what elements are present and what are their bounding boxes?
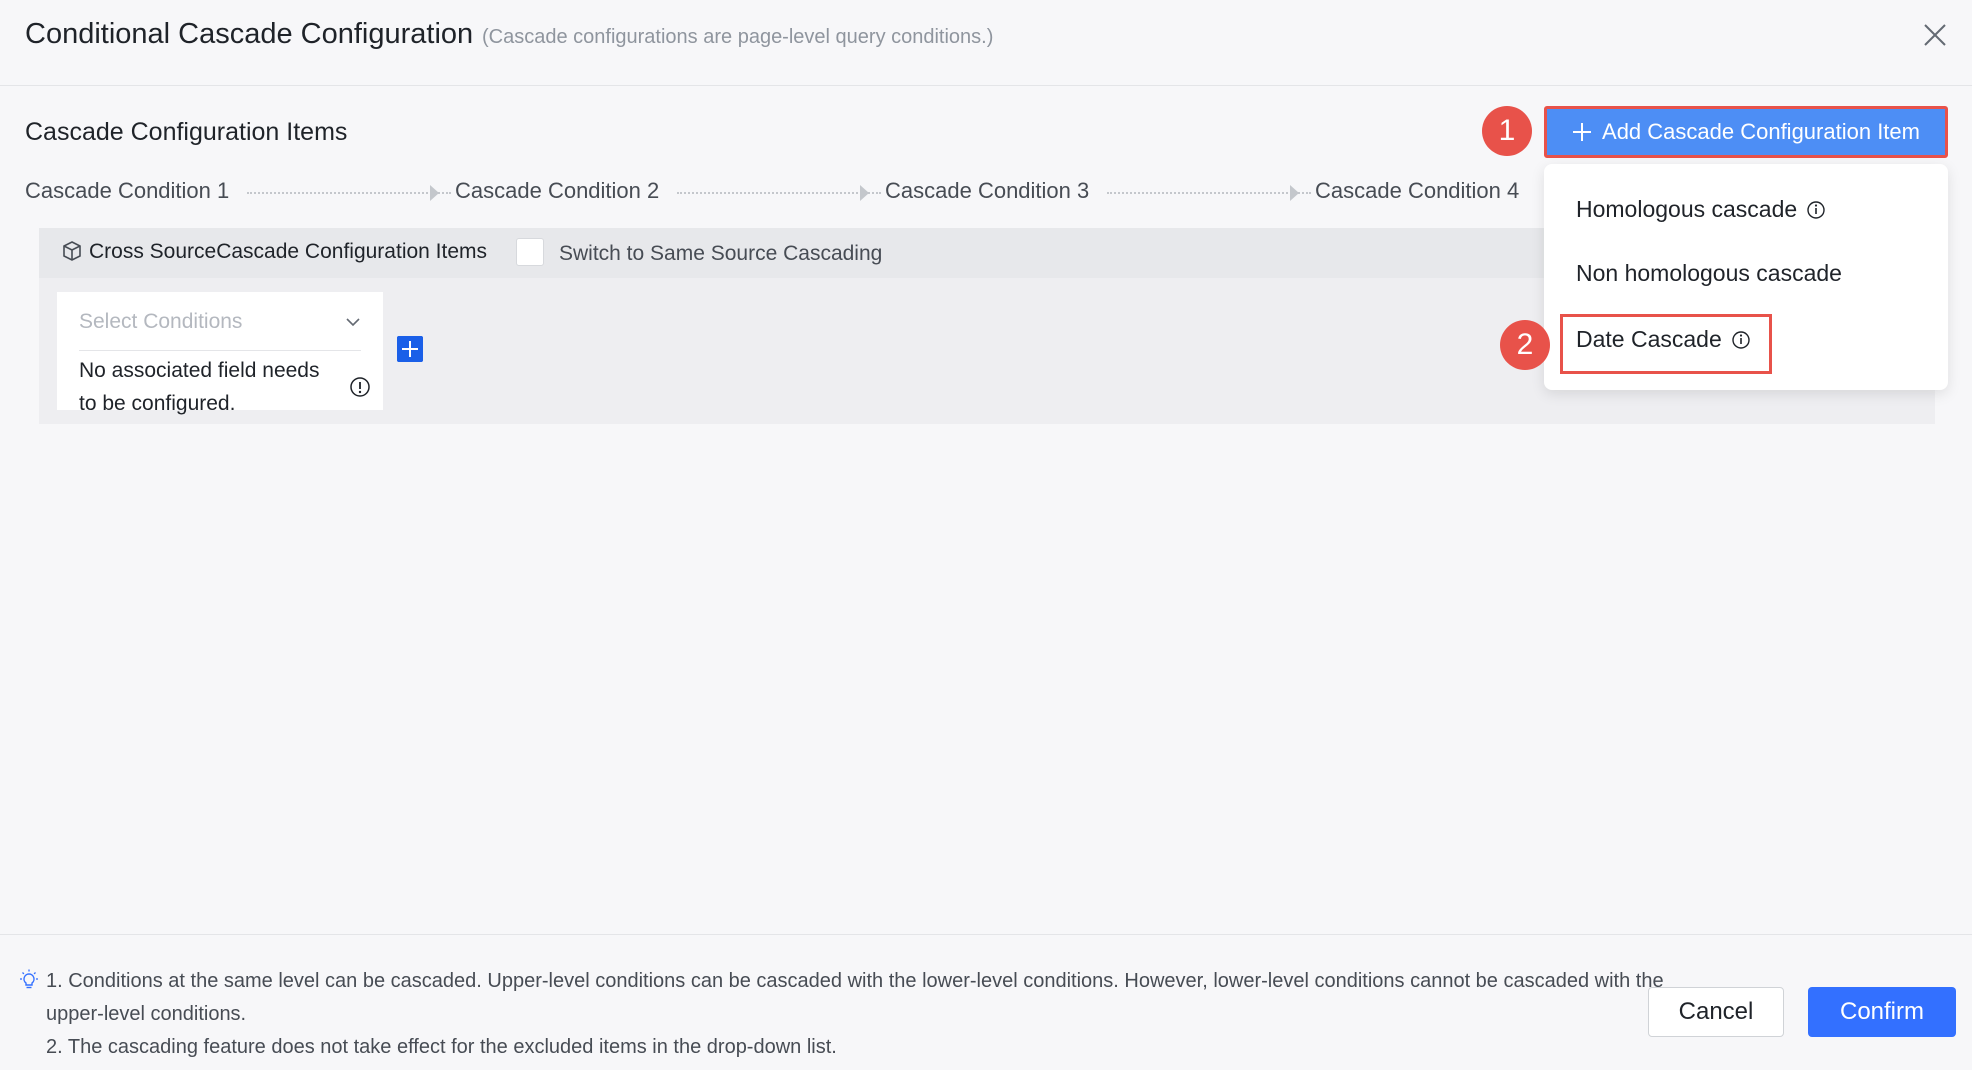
cancel-button[interactable]: Cancel: [1648, 987, 1784, 1037]
step-connector: [1107, 192, 1311, 194]
step-marker-1: 1: [1482, 106, 1532, 156]
info-icon[interactable]: [349, 376, 371, 398]
select-conditions-dropdown[interactable]: Select Conditions: [57, 292, 383, 352]
step-label: Cascade Condition 3: [885, 178, 1090, 203]
menu-item-label: Date Cascade: [1576, 326, 1722, 352]
close-icon[interactable]: [1922, 22, 1948, 48]
dialog-footer: 1. Conditions at the same level can be c…: [0, 934, 1972, 1070]
panel-label: Cross SourceCascade Configuration Items: [89, 240, 488, 263]
menu-item-date-cascade[interactable]: Date Cascade: [1576, 326, 1751, 353]
cube-icon: [63, 241, 81, 261]
step-label: Cascade Condition 4: [1315, 178, 1520, 203]
step-arrow: [430, 185, 439, 201]
cascade-steps: Cascade Condition 1 Cascade Condition 2 …: [25, 178, 1545, 208]
same-source-checkbox[interactable]: [516, 238, 544, 266]
section-title: Cascade Configuration Items: [25, 118, 348, 146]
add-cascade-item-button[interactable]: Add Cascade Configuration Item: [1544, 106, 1948, 158]
step-arrow: [1290, 185, 1299, 201]
chevron-down-icon: [346, 318, 360, 327]
note-line-2: 2. The cascading feature does not take e…: [46, 1036, 837, 1058]
dialog-header: Conditional Cascade Configuration (Casca…: [0, 0, 1972, 86]
add-button-label: Add Cascade Configuration Item: [1602, 119, 1920, 144]
step-label: Cascade Condition 2: [455, 178, 660, 203]
menu-item-label: Homologous cascade: [1576, 196, 1798, 222]
condition-card: Select Conditions No associated field ne…: [57, 292, 383, 415]
condition-note: No associated field needs to be configur…: [79, 359, 320, 415]
step-label: Cascade Condition 1: [25, 178, 230, 203]
note-line-1: 1. Conditions at the same level can be c…: [46, 970, 1664, 1025]
info-icon: [1732, 330, 1750, 349]
confirm-button[interactable]: Confirm: [1808, 987, 1956, 1037]
footer-notes: 1. Conditions at the same level can be c…: [46, 965, 1666, 1064]
step-marker-2: 2: [1500, 320, 1550, 370]
select-placeholder: Select Conditions: [79, 310, 243, 333]
select-divider: [79, 350, 361, 351]
plus-square-icon[interactable]: [397, 336, 423, 362]
menu-item-homologous[interactable]: Homologous cascade: [1576, 196, 1826, 223]
bulb-icon: [20, 969, 38, 989]
menu-item-label: Non homologous cascade: [1576, 260, 1842, 286]
switch-label: Switch to Same Source Cascading: [559, 242, 883, 265]
dialog-subtitle: (Cascade configurations are page-level q…: [482, 26, 994, 48]
step-connector: [677, 192, 881, 194]
step-arrow: [860, 185, 869, 201]
step-connector: [247, 192, 451, 194]
plus-icon: [1573, 123, 1592, 141]
dialog-title: Conditional Cascade Configuration: [25, 18, 474, 50]
cascade-type-dropdown: Homologous cascade Non homologous cascad…: [1544, 164, 1948, 390]
info-icon: [1807, 200, 1825, 219]
menu-item-non-homologous[interactable]: Non homologous cascade: [1576, 260, 1842, 287]
